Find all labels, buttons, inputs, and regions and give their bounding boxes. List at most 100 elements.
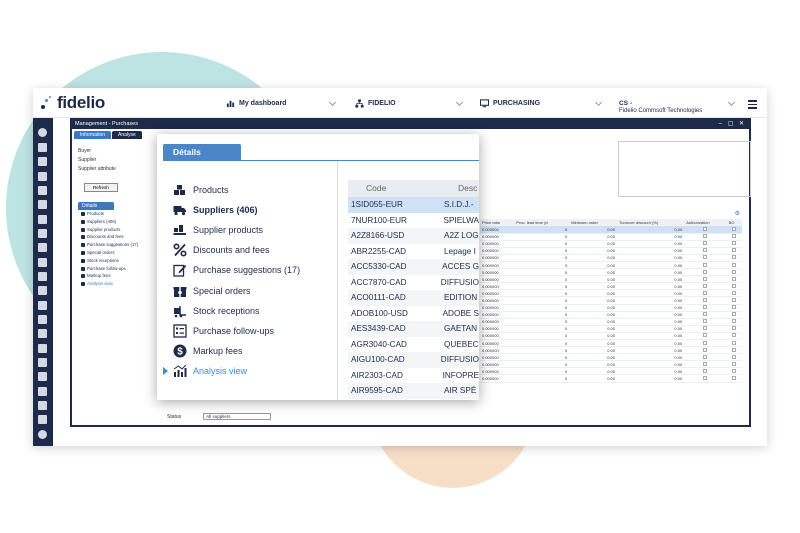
grid-row[interactable]: 0.000000 0 0.00 0.00 (480, 282, 742, 291)
table-row[interactable]: ABR2255-CAD Lepage I (348, 244, 479, 260)
chevron-down-icon[interactable] (328, 98, 337, 107)
cart-icon[interactable] (38, 200, 47, 209)
grid-row[interactable]: 0.000000 0 0.00 0.00 (480, 296, 742, 305)
checkbox[interactable] (703, 305, 708, 310)
grid-row[interactable]: 0.000000 0 0.00 0.00 (480, 289, 742, 298)
checkbox[interactable] (703, 347, 708, 352)
checkbox[interactable] (703, 269, 708, 274)
checkbox[interactable] (732, 297, 737, 302)
report-icon[interactable] (38, 387, 47, 396)
grid-row[interactable]: 0.000000 0 0.00 0.00 (480, 311, 742, 319)
small-item-purchase-suggestions[interactable]: Purchase suggestions (17) (78, 241, 158, 249)
grid-row[interactable]: 0.000000 0 0.00 0.00 (480, 254, 742, 262)
grid-row[interactable]: 0.000000 0 0.00 0.00 (480, 332, 742, 341)
details-item-special-orders[interactable]: Special orders (173, 280, 300, 300)
table-row[interactable]: 1SID055-EUR S.I.D.J.- (348, 197, 479, 213)
refresh-button[interactable]: Refresh (84, 183, 118, 192)
checkbox[interactable] (703, 241, 708, 246)
checkbox[interactable] (703, 312, 708, 317)
table-row[interactable]: ACO0111-CAD EDITION (348, 290, 479, 306)
checkbox[interactable] (703, 255, 708, 260)
details-item-markup-fees[interactable]: $ Markup fees (173, 341, 300, 361)
grid-row[interactable]: 0.000000 0 0.00 0.00 (480, 268, 742, 277)
checkbox[interactable] (703, 297, 708, 302)
nav-purchasing[interactable]: PURCHASING (480, 96, 540, 110)
checkbox[interactable] (732, 326, 737, 331)
grid-row[interactable]: 0.000000 0 0.00 0.00 (480, 304, 742, 312)
checkbox[interactable] (703, 361, 708, 366)
checkbox[interactable] (703, 333, 708, 338)
checkbox[interactable] (732, 361, 737, 366)
small-item-stock-receptions[interactable]: Stock receptions (78, 257, 158, 265)
checkbox[interactable] (732, 340, 737, 345)
table-row[interactable]: AIGU100-CAD DIFFUSIO (348, 352, 479, 368)
status-select[interactable]: All suppliers (203, 413, 272, 420)
transfer-icon[interactable] (38, 272, 47, 281)
checkbox[interactable] (703, 368, 708, 373)
checkbox[interactable] (703, 319, 708, 324)
grid-row[interactable]: 0.000000 0 0.00 0.00 (480, 226, 742, 234)
table-row[interactable]: AGR3040-CAD QUEBEC (348, 337, 479, 353)
grid-row[interactable]: 0.000000 0 0.00 0.00 (480, 353, 742, 362)
grid-row[interactable]: 0.000000 0 0.00 0.00 (480, 318, 742, 326)
grid-row[interactable]: 0.000000 0 0.00 0.00 (480, 233, 742, 241)
chevron-down-icon[interactable] (455, 98, 464, 107)
truck-icon[interactable] (38, 172, 47, 181)
details-item-products[interactable]: Products (173, 180, 300, 200)
details-item-supplier-products[interactable]: Supplier products (173, 220, 300, 240)
download-icon[interactable] (38, 329, 47, 338)
checkbox[interactable] (703, 262, 708, 267)
small-item-products[interactable]: Products (78, 210, 158, 218)
search-icon[interactable] (38, 128, 47, 137)
nav-fidelio[interactable]: FIDELIO (355, 96, 396, 110)
nav-my-dashboard[interactable]: My dashboard (226, 96, 286, 110)
table-row[interactable]: ADOB100-USD ADOBE S (348, 306, 479, 322)
checkbox[interactable] (703, 248, 708, 253)
details-item-analysis-view[interactable]: Analysis view (163, 361, 300, 381)
checkbox[interactable] (732, 305, 737, 310)
grid-row[interactable]: 0.000000 0 0.00 0.00 (480, 360, 742, 369)
checkbox[interactable] (732, 241, 737, 246)
document-icon[interactable] (38, 215, 47, 224)
small-item-suppliers[interactable]: Suppliers (406) (78, 218, 158, 226)
chat-icon[interactable] (38, 358, 47, 367)
checkbox[interactable] (732, 290, 737, 295)
checkbox[interactable] (703, 227, 708, 232)
checkbox[interactable] (703, 234, 708, 239)
small-item-markup-fees[interactable]: Markup fees (78, 272, 158, 280)
chevron-down-icon[interactable] (594, 98, 603, 107)
checkbox[interactable] (703, 340, 708, 345)
details-item-suppliers[interactable]: Suppliers (406) (173, 200, 300, 220)
grid-row[interactable]: 0.000000 0 0.00 0.00 (480, 374, 742, 383)
column-header-code[interactable]: Code (348, 180, 440, 197)
checkbox[interactable] (703, 276, 708, 281)
truck-delivery-icon[interactable] (38, 315, 47, 324)
small-item-purchase-follow-ups[interactable]: Purchase follow-ups (78, 265, 158, 273)
hierarchy-icon[interactable] (38, 258, 47, 267)
checkbox[interactable] (732, 269, 737, 274)
column-header-description[interactable]: Desc (440, 180, 477, 197)
graph-icon[interactable] (38, 372, 47, 381)
grid-row[interactable]: 0.000000 0 0.00 0.00 (480, 367, 742, 376)
help-icon[interactable] (38, 430, 47, 439)
table-row[interactable]: AES3439-CAD GAETAN (348, 321, 479, 337)
checkbox[interactable] (703, 283, 708, 288)
box-icon[interactable] (38, 301, 47, 310)
users-icon[interactable] (38, 186, 47, 195)
details-item-discounts[interactable]: Discounts and fees (173, 240, 300, 260)
tab-analyse[interactable]: Analyse (112, 131, 142, 139)
details-item-stock-receptions[interactable]: Stock receptions (173, 301, 300, 321)
checkbox[interactable] (732, 312, 737, 317)
grid-column-header[interactable]: BO (726, 219, 742, 227)
checkbox[interactable] (732, 347, 737, 352)
grid-icon[interactable] (38, 344, 47, 353)
wrench-icon[interactable] (38, 401, 47, 410)
checkbox[interactable] (703, 290, 708, 295)
small-item-analysis-view[interactable]: Analysis view (78, 280, 158, 288)
checkbox[interactable] (703, 326, 708, 331)
grid-column-header[interactable]: Price ratio (480, 219, 515, 227)
checkbox[interactable] (732, 333, 737, 338)
grid-column-header[interactable]: Proc. lead time (d (514, 219, 570, 227)
stack-icon[interactable] (38, 286, 47, 295)
checkbox[interactable] (703, 376, 708, 381)
